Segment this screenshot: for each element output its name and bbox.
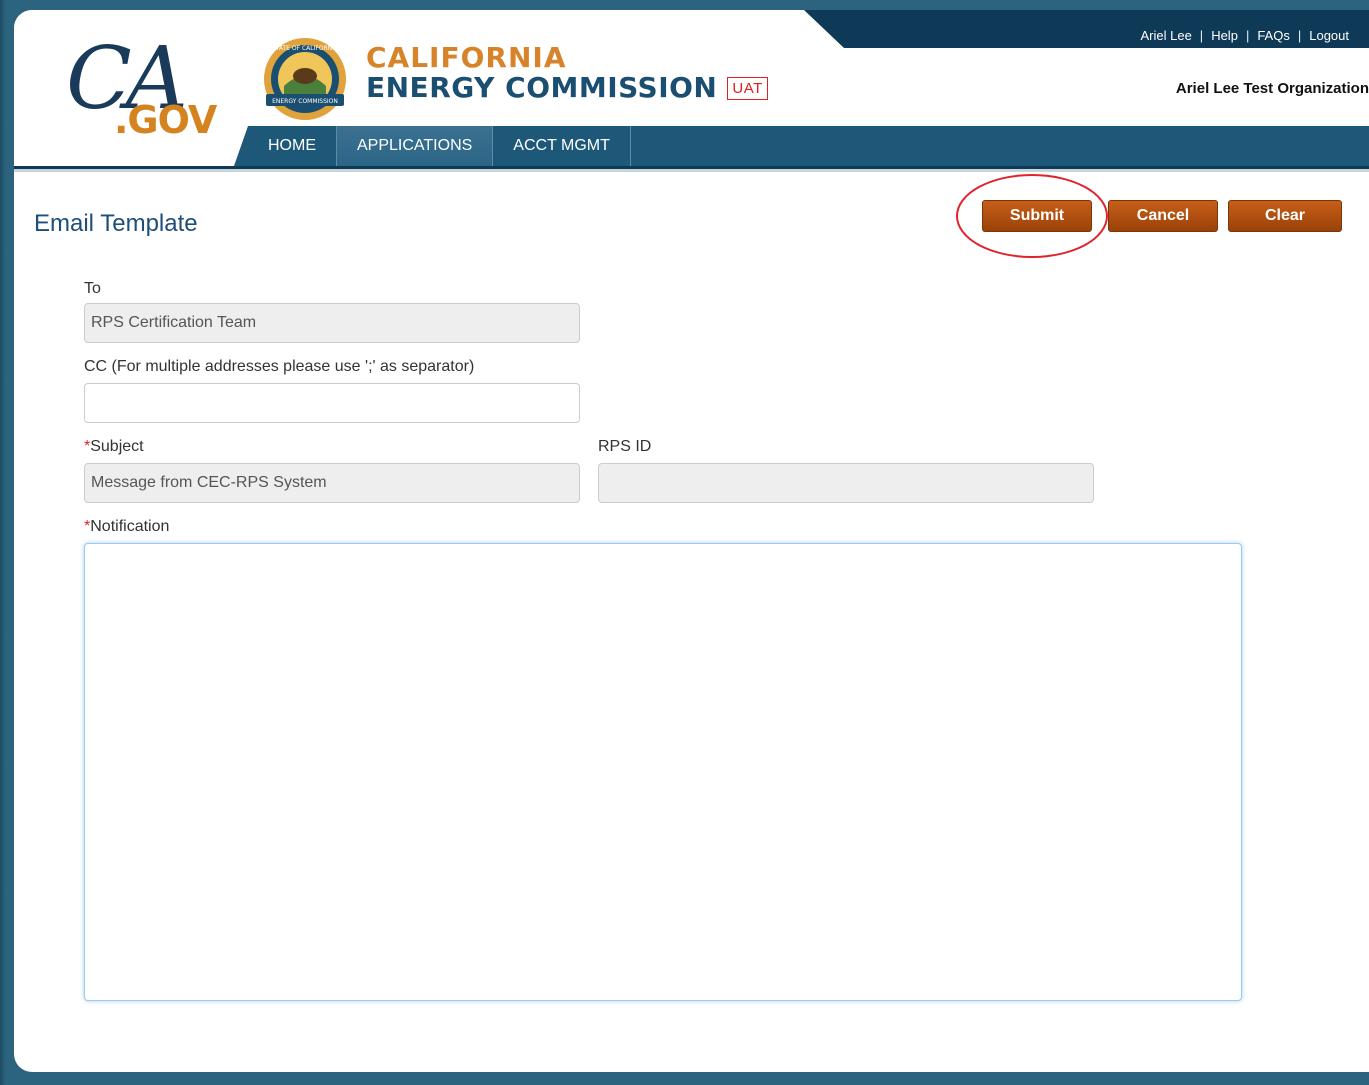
agency-line2: ENERGY COMMISSION (366, 71, 718, 104)
page-title: Email Template (34, 210, 198, 237)
ca-gov-logo[interactable]: CA .GOV (66, 36, 236, 146)
agency-title[interactable]: CALIFORNIA ENERGY COMMISSION UAT (366, 44, 768, 102)
cc-input[interactable] (84, 383, 580, 423)
organization-name: Ariel Lee Test Organization (1175, 80, 1369, 97)
state-seal-icon: ENERGY COMMISSION STATE OF CALIFORNIA (264, 38, 346, 120)
rps-id-field (598, 463, 1094, 503)
annotation-circle (956, 174, 1108, 258)
to-field: RPS Certification Team (84, 303, 580, 343)
separator: | (1297, 28, 1302, 43)
separator: | (1199, 28, 1204, 43)
nav-item-acct-mgmt[interactable]: ACCT MGMT (493, 126, 631, 166)
site-header: CA .GOV ENERGY COMMISSION STATE OF CALIF… (14, 10, 1369, 172)
subject-field: Message from CEC-RPS System (84, 463, 580, 503)
cc-label: CC (For multiple addresses please use ';… (84, 358, 475, 375)
to-label: To (84, 280, 101, 297)
nav-item-applications[interactable]: APPLICATIONS (337, 126, 494, 166)
subject-label: Subject (90, 438, 144, 455)
header-shadow (14, 169, 1369, 172)
agency-line2-row: ENERGY COMMISSION UAT (366, 74, 768, 102)
seal-top-text: STATE OF CALIFORNIA (272, 45, 339, 52)
cancel-button[interactable]: Cancel (1108, 200, 1218, 232)
notification-label-row: *Notification (84, 518, 169, 536)
faqs-link[interactable]: FAQs (1257, 28, 1290, 43)
notification-textarea[interactable] (84, 543, 1242, 1001)
utility-links: Ariel Lee | Help | FAQs | Logout (1140, 28, 1349, 43)
logout-link[interactable]: Logout (1309, 28, 1349, 43)
page-container: CA .GOV ENERGY COMMISSION STATE OF CALIF… (14, 10, 1369, 1072)
clear-button[interactable]: Clear (1228, 200, 1342, 232)
agency-line1: CALIFORNIA (366, 41, 567, 74)
seal-bottom-text: ENERGY COMMISSION (272, 98, 338, 105)
separator: | (1245, 28, 1250, 43)
notification-label: Notification (90, 518, 170, 535)
env-badge: UAT (727, 76, 768, 100)
help-link[interactable]: Help (1211, 28, 1238, 43)
rps-id-label: RPS ID (598, 438, 652, 455)
subject-label-row: *Subject (84, 438, 144, 456)
main-nav: HOME APPLICATIONS ACCT MGMT (248, 126, 631, 166)
gov-text: .GOV (114, 98, 217, 142)
nav-item-home[interactable]: HOME (248, 126, 337, 166)
user-name-link[interactable]: Ariel Lee (1140, 28, 1191, 43)
